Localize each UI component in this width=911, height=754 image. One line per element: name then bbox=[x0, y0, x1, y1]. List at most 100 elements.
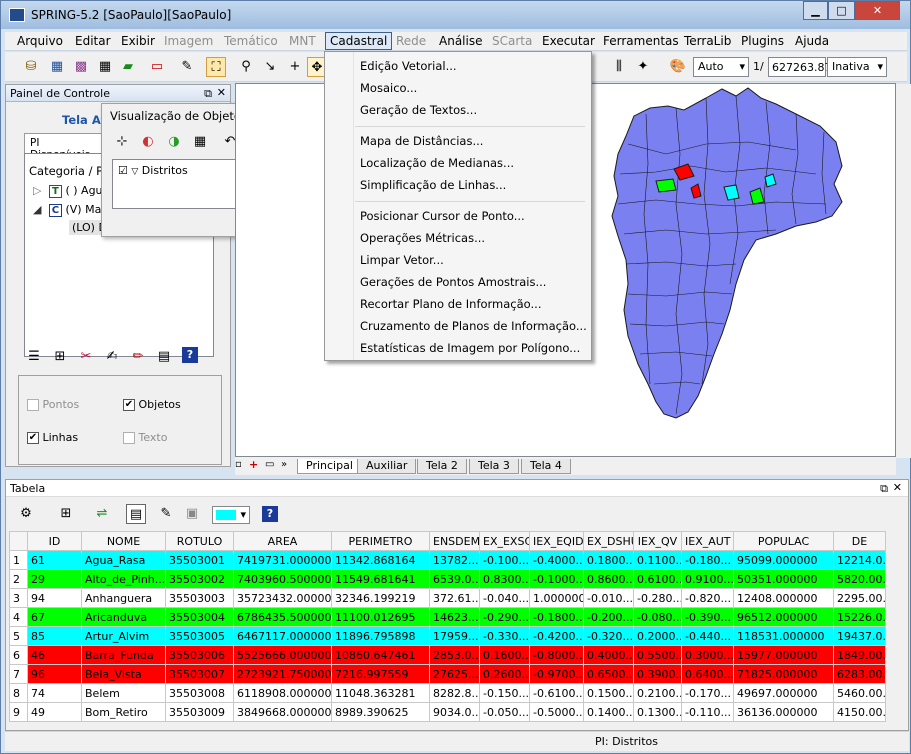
menu-item-mosaico[interactable]: Mosaico... bbox=[360, 81, 417, 95]
color-wheel-icon[interactable]: ◑ bbox=[164, 132, 184, 152]
table-cell[interactable]: -0.440... bbox=[681, 626, 734, 646]
table-cell[interactable]: -0.150... bbox=[479, 683, 530, 703]
link-icon[interactable]: ⇌ bbox=[92, 504, 112, 524]
table-cell[interactable]: 0.3000... bbox=[681, 645, 734, 665]
table-cell[interactable]: 35503006 bbox=[165, 645, 234, 665]
menu-item-localizacao-medianas[interactable]: Localização de Medianas... bbox=[360, 156, 514, 170]
table-cell[interactable]: -0.080... bbox=[633, 607, 682, 627]
help-icon[interactable]: ? bbox=[262, 506, 278, 522]
nav-next-icon[interactable]: » bbox=[281, 459, 287, 470]
check-texto[interactable]: Texto bbox=[123, 431, 167, 444]
check-objetos[interactable]: ✔ Objetos bbox=[123, 398, 181, 411]
table-cell[interactable]: 7216.997559 bbox=[331, 664, 430, 684]
table-cell[interactable]: 36136.000000 bbox=[733, 702, 834, 722]
table-cell[interactable]: 14623.... bbox=[429, 607, 480, 627]
menu-analise[interactable]: Análise bbox=[439, 34, 482, 48]
table-cell[interactable]: 6118908.000000 bbox=[233, 683, 332, 703]
table-cell[interactable]: -0.1000... bbox=[529, 569, 584, 589]
table-cell[interactable]: 0.9100... bbox=[681, 569, 734, 589]
tree-view-icon[interactable]: ⊹ bbox=[112, 132, 132, 152]
tab-tela-2[interactable]: Tela 2 bbox=[417, 459, 467, 474]
table-cell[interactable]: 1849.00... bbox=[833, 645, 886, 665]
table-row[interactable]: 5 85 Artur_Alvim 35503005 6467117.000000 1189… bbox=[9, 626, 886, 646]
table-cell[interactable]: 0.1300... bbox=[633, 702, 682, 722]
table-cell[interactable]: -0.6100... bbox=[529, 683, 584, 703]
table-cell[interactable]: Barra_Funda bbox=[81, 645, 166, 665]
checkbox[interactable]: ✔ bbox=[123, 399, 135, 411]
color-select[interactable]: ▾ bbox=[212, 506, 250, 524]
add-icon[interactable]: + bbox=[285, 57, 305, 77]
table-cell[interactable]: 4150.00... bbox=[833, 702, 886, 722]
column-header[interactable]: EX_DSHU bbox=[583, 531, 634, 551]
table-cell[interactable]: -0.4000... bbox=[529, 550, 584, 570]
table-cell[interactable]: Alto_de_Pinh... bbox=[81, 569, 166, 589]
table-cell[interactable]: 0.6500... bbox=[583, 664, 634, 684]
table-cell[interactable]: 46 bbox=[27, 645, 82, 665]
column-header[interactable]: POPULAC bbox=[733, 531, 834, 551]
table-cell[interactable]: 0.6400... bbox=[681, 664, 734, 684]
table-cell[interactable]: 29 bbox=[27, 569, 82, 589]
column-header[interactable]: PERIMETRO bbox=[331, 531, 430, 551]
table-cell[interactable]: 1.000000 bbox=[529, 588, 584, 608]
table-row[interactable]: 8 74 Belem 35503008 6118908.000000 11048.3632… bbox=[9, 683, 886, 703]
viz-list-item[interactable]: ☑ ▽ Distritos bbox=[118, 164, 188, 177]
scrollbar-right[interactable] bbox=[896, 84, 911, 458]
list-icon[interactable]: ☰ bbox=[24, 347, 44, 367]
table-cell[interactable]: 7403960.500000 bbox=[233, 569, 332, 589]
table-icon[interactable]: ▦ bbox=[190, 132, 210, 152]
table-cell[interactable]: 96 bbox=[27, 664, 82, 684]
table-cell[interactable]: 35503007 bbox=[165, 664, 234, 684]
menu-item-limpar-vetor[interactable]: Limpar Vetor... bbox=[360, 253, 444, 267]
table-cell[interactable]: 0.2000... bbox=[633, 626, 682, 646]
edit-symbols-icon[interactable]: ✂ bbox=[76, 347, 96, 367]
column-header[interactable]: ENSDEM bbox=[429, 531, 480, 551]
nav-prev-icon[interactable]: ▭ bbox=[265, 459, 274, 470]
restore-icon[interactable]: ⧉ bbox=[204, 87, 212, 101]
table-cell[interactable]: 11896.795898 bbox=[331, 626, 430, 646]
menu-item-edicao-vetorial[interactable]: Edição Vetorial... bbox=[360, 59, 457, 73]
table-cell[interactable]: -0.010... bbox=[583, 588, 634, 608]
table-cell[interactable]: 12214.0... bbox=[833, 550, 886, 570]
table-cell[interactable]: 0.3900... bbox=[633, 664, 682, 684]
table-cell[interactable]: 118531.000000 bbox=[733, 626, 834, 646]
table-cell[interactable]: 6786435.500000 bbox=[233, 607, 332, 627]
table-cell[interactable]: -0.330... bbox=[479, 626, 530, 646]
tab-tela-3[interactable]: Tela 3 bbox=[469, 459, 519, 474]
table-cell[interactable]: 17959.... bbox=[429, 626, 480, 646]
edit-table-icon[interactable]: ✎ bbox=[156, 504, 176, 524]
menu-item-cruzamento-planos[interactable]: Cruzamento de Planos de Informação... bbox=[360, 319, 587, 333]
column-header[interactable]: EX_EXSC bbox=[479, 531, 530, 551]
table-row[interactable]: 9 49 Bom_Retiro 35503009 3849668.000000 8989.… bbox=[9, 702, 886, 722]
menu-item-recortar-plano[interactable]: Recortar Plano de Informação... bbox=[360, 297, 541, 311]
table-cell[interactable]: 35503002 bbox=[165, 569, 234, 589]
table-cell[interactable]: 11342.868164 bbox=[331, 550, 430, 570]
table-cell[interactable]: Bela_Vista bbox=[81, 664, 166, 684]
menu-scarta[interactable]: SCarta bbox=[492, 34, 532, 48]
table-cell[interactable]: -0.390... bbox=[681, 607, 734, 627]
zoom-select[interactable]: Auto ▾ bbox=[693, 57, 749, 77]
help-icon[interactable]: ? bbox=[182, 347, 198, 363]
table-cell[interactable]: Agua_Rasa bbox=[81, 550, 166, 570]
check-linhas[interactable]: ✔ Linhas bbox=[27, 431, 78, 444]
rectangle-icon[interactable]: ▭ bbox=[147, 57, 167, 77]
pointer-icon[interactable]: ⛶ bbox=[206, 57, 226, 77]
table-cell[interactable]: Aricanduva bbox=[81, 607, 166, 627]
table-cell[interactable]: 71825.000000 bbox=[733, 664, 834, 684]
grid-icon[interactable]: ▦ bbox=[95, 57, 115, 77]
table-cell[interactable]: 11549.681641 bbox=[331, 569, 430, 589]
table-cell[interactable]: 94 bbox=[27, 588, 82, 608]
menu-item-posicionar-cursor[interactable]: Posicionar Cursor de Ponto... bbox=[360, 209, 525, 223]
table-cell[interactable]: -0.180... bbox=[681, 550, 734, 570]
checkbox[interactable]: ✔ bbox=[27, 432, 39, 444]
close-icon[interactable]: ✕ bbox=[893, 481, 902, 494]
table-cell[interactable]: -0.4200... bbox=[529, 626, 584, 646]
menu-mnt[interactable]: MNT bbox=[289, 34, 316, 48]
zoom-table-icon[interactable]: ⊞ bbox=[50, 347, 70, 367]
draw-icon[interactable]: ✍ bbox=[102, 347, 122, 367]
table-row[interactable]: 3 94 Anhanguera 35503003 35723432.000000 3234… bbox=[9, 588, 886, 608]
table-cell[interactable]: Belem bbox=[81, 683, 166, 703]
menu-item-estatisticas-imagem[interactable]: Estatísticas de Imagem por Polígono... bbox=[360, 341, 580, 355]
expand-arrow-icon[interactable]: ▷ bbox=[33, 184, 41, 197]
cursor-star-icon[interactable]: ✦ bbox=[633, 57, 653, 77]
menu-ajuda[interactable]: Ajuda bbox=[795, 34, 829, 48]
